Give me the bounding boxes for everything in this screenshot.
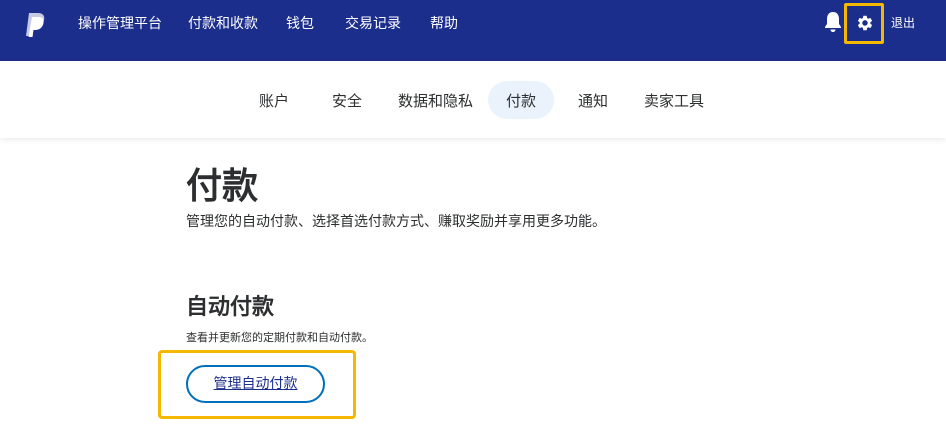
tab-notifications[interactable]: 通知 xyxy=(578,90,608,112)
tab-account[interactable]: 账户 xyxy=(259,90,289,112)
settings-tabs: 账户 安全 数据和隐私 付款 通知 卖家工具 xyxy=(0,61,946,138)
tab-seller-tools[interactable]: 卖家工具 xyxy=(644,90,704,112)
nav-item-activity[interactable]: 交易记录 xyxy=(345,14,401,34)
section-title-auto-payments: 自动付款 xyxy=(186,295,275,320)
page-title: 付款 xyxy=(186,166,259,207)
bell-icon[interactable] xyxy=(824,11,842,33)
section-description-auto-payments: 查看并更新您的定期付款和自动付款。 xyxy=(186,331,373,344)
tab-payments[interactable]: 付款 xyxy=(506,90,536,112)
manage-auto-payments-button[interactable]: 管理自动付款 xyxy=(186,365,325,403)
paypal-logo-icon[interactable] xyxy=(24,12,46,38)
top-navigation-bar: 操作管理平台 付款和收款 钱包 交易记录 帮助 退出 xyxy=(0,0,946,61)
gear-icon[interactable] xyxy=(856,14,874,32)
nav-item-send-and-request[interactable]: 付款和收款 xyxy=(188,14,258,34)
nav-item-help[interactable]: 帮助 xyxy=(430,14,458,34)
tab-data-and-privacy[interactable]: 数据和隐私 xyxy=(398,90,473,112)
logout-link[interactable]: 退出 xyxy=(891,14,915,32)
nav-item-dashboard[interactable]: 操作管理平台 xyxy=(78,14,162,34)
page-description: 管理您的自动付款、选择首选付款方式、赚取奖励并享用更多功能。 xyxy=(186,214,606,230)
tab-security[interactable]: 安全 xyxy=(332,90,362,112)
nav-item-wallet[interactable]: 钱包 xyxy=(286,14,314,34)
